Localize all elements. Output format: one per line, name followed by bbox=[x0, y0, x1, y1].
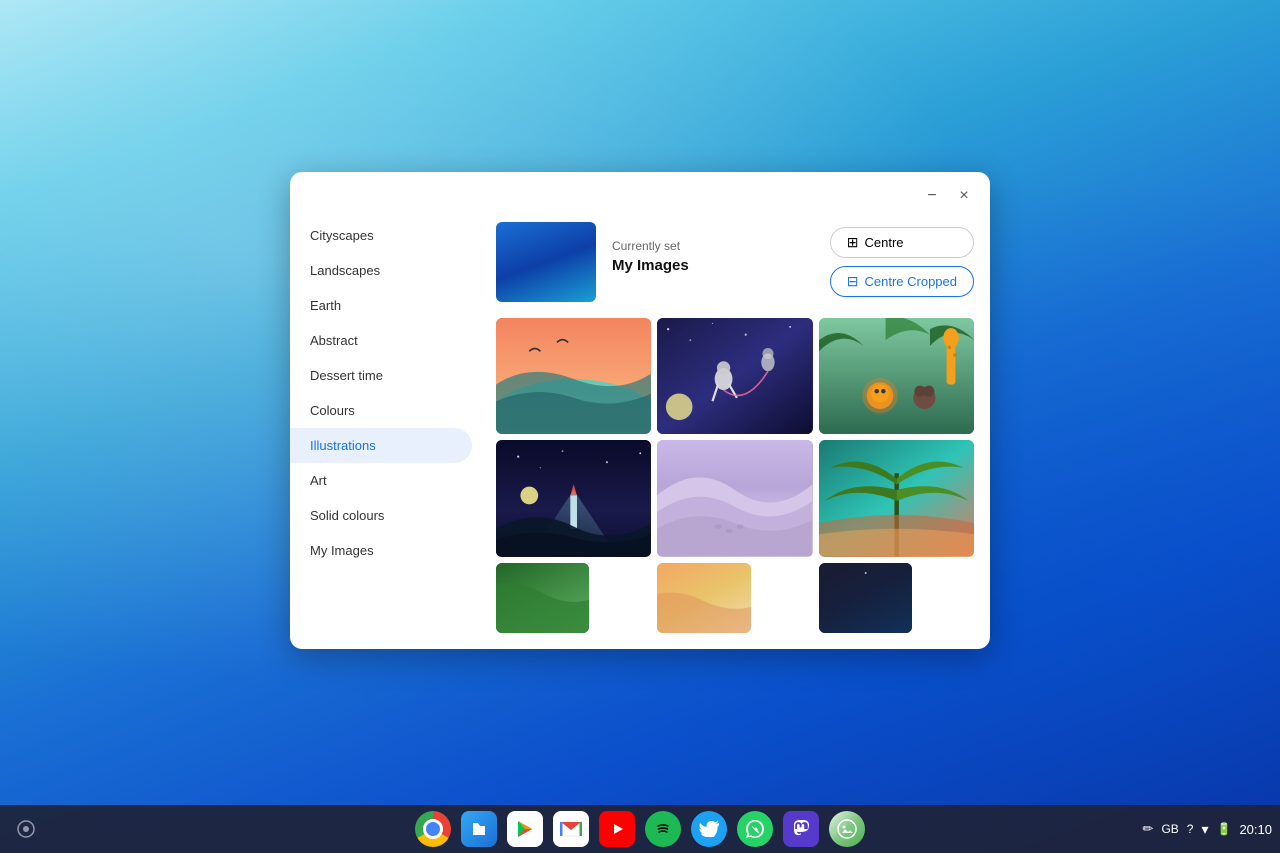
sidebar-item-cityscapes[interactable]: Cityscapes bbox=[290, 218, 472, 253]
thumb-desert-img bbox=[657, 440, 812, 556]
wallpaper-grid bbox=[496, 318, 974, 633]
thumb-night-img bbox=[496, 440, 651, 556]
taskbar-chrome[interactable] bbox=[413, 809, 453, 849]
wallpaper-item-jungle[interactable] bbox=[819, 318, 974, 434]
thumb-peach-img bbox=[657, 563, 750, 633]
centre-cropped-button[interactable]: ⊟ Centre Cropped bbox=[830, 266, 974, 297]
minimize-button[interactable]: − bbox=[918, 182, 946, 210]
whatsapp-icon bbox=[737, 811, 773, 847]
wallpaper-item-green[interactable] bbox=[496, 563, 589, 633]
gmail-icon bbox=[553, 811, 589, 847]
sidebar: Cityscapes Landscapes Earth Abstract Des… bbox=[290, 210, 480, 649]
centre-button[interactable]: ⊞ Centre bbox=[830, 227, 974, 258]
current-thumbnail bbox=[496, 222, 596, 302]
wallpaper-item-desert[interactable] bbox=[657, 440, 812, 556]
layout-buttons: ⊞ Centre ⊟ Centre Cropped bbox=[830, 227, 974, 297]
thumb-space-img bbox=[657, 318, 812, 434]
chrome-icon bbox=[415, 811, 451, 847]
taskbar-right: ✏ GB ? ▾ 🔋 20:10 bbox=[1143, 821, 1272, 838]
dialog-titlebar: − × bbox=[290, 172, 990, 210]
sidebar-item-art[interactable]: Art bbox=[290, 463, 472, 498]
centre-icon: ⊞ bbox=[847, 234, 859, 251]
close-button[interactable]: × bbox=[950, 182, 978, 210]
taskbar: ✏ GB ? ▾ 🔋 20:10 bbox=[0, 805, 1280, 853]
taskbar-play-store[interactable] bbox=[505, 809, 545, 849]
current-info: Currently set My Images bbox=[612, 239, 814, 286]
taskbar-left bbox=[8, 811, 44, 847]
dialog-body: Cityscapes Landscapes Earth Abstract Des… bbox=[290, 210, 990, 649]
wallpaper-dialog: − × Cityscapes Landscapes Earth Abstract… bbox=[290, 172, 990, 649]
spotify-icon bbox=[645, 811, 681, 847]
youtube-icon bbox=[599, 811, 635, 847]
twitter-icon bbox=[691, 811, 727, 847]
taskbar-twitter[interactable] bbox=[689, 809, 729, 849]
thumb-beach-img bbox=[496, 318, 651, 434]
current-section: Currently set My Images ⊞ Centre ⊟ Centr… bbox=[496, 210, 974, 318]
thumb-tropical-img bbox=[819, 440, 974, 556]
info-icon: ? bbox=[1187, 822, 1194, 836]
photos-icon bbox=[829, 811, 865, 847]
main-content: Currently set My Images ⊞ Centre ⊟ Centr… bbox=[480, 210, 990, 649]
taskbar-spotify[interactable] bbox=[643, 809, 683, 849]
sidebar-item-illustrations[interactable]: Illustrations bbox=[290, 428, 472, 463]
current-wallpaper-name: My Images bbox=[612, 257, 814, 274]
sidebar-item-dessert-time[interactable]: Dessert time bbox=[290, 358, 472, 393]
taskbar-youtube[interactable] bbox=[597, 809, 637, 849]
wallpaper-item-night[interactable] bbox=[496, 440, 651, 556]
wallpaper-item-space[interactable] bbox=[657, 318, 812, 434]
sidebar-item-landscapes[interactable]: Landscapes bbox=[290, 253, 472, 288]
taskbar-gmail[interactable] bbox=[551, 809, 591, 849]
sidebar-item-abstract[interactable]: Abstract bbox=[290, 323, 472, 358]
mastodon-icon bbox=[783, 811, 819, 847]
battery-icon: 🔋 bbox=[1217, 822, 1232, 836]
wallpaper-item-peach[interactable] bbox=[657, 563, 750, 633]
taskbar-whatsapp[interactable] bbox=[735, 809, 775, 849]
thumb-green-img bbox=[496, 563, 589, 633]
taskbar-photos[interactable] bbox=[827, 809, 867, 849]
crop-icon: ⊟ bbox=[847, 273, 859, 290]
region-label: GB bbox=[1161, 822, 1178, 836]
clock: 20:10 bbox=[1239, 822, 1272, 837]
taskbar-files[interactable] bbox=[459, 809, 499, 849]
wallpaper-item-tropical[interactable] bbox=[819, 440, 974, 556]
sidebar-item-solid-colours[interactable]: Solid colours bbox=[290, 498, 472, 533]
play-store-icon bbox=[507, 811, 543, 847]
wifi-icon[interactable]: ▾ bbox=[1201, 821, 1208, 838]
wallpaper-item-beach[interactable] bbox=[496, 318, 651, 434]
launcher-button[interactable] bbox=[8, 811, 44, 847]
sidebar-item-my-images[interactable]: My Images bbox=[290, 533, 472, 568]
thumb-jungle-img bbox=[819, 318, 974, 434]
taskbar-mastodon[interactable] bbox=[781, 809, 821, 849]
taskbar-center bbox=[413, 809, 867, 849]
files-icon bbox=[461, 811, 497, 847]
sidebar-item-colours[interactable]: Colours bbox=[290, 393, 472, 428]
sidebar-item-earth[interactable]: Earth bbox=[290, 288, 472, 323]
thumb-dark-img bbox=[819, 563, 912, 633]
wallpaper-item-dark[interactable] bbox=[819, 563, 912, 633]
edit-icon[interactable]: ✏ bbox=[1143, 821, 1154, 837]
currently-set-label: Currently set bbox=[612, 239, 814, 253]
